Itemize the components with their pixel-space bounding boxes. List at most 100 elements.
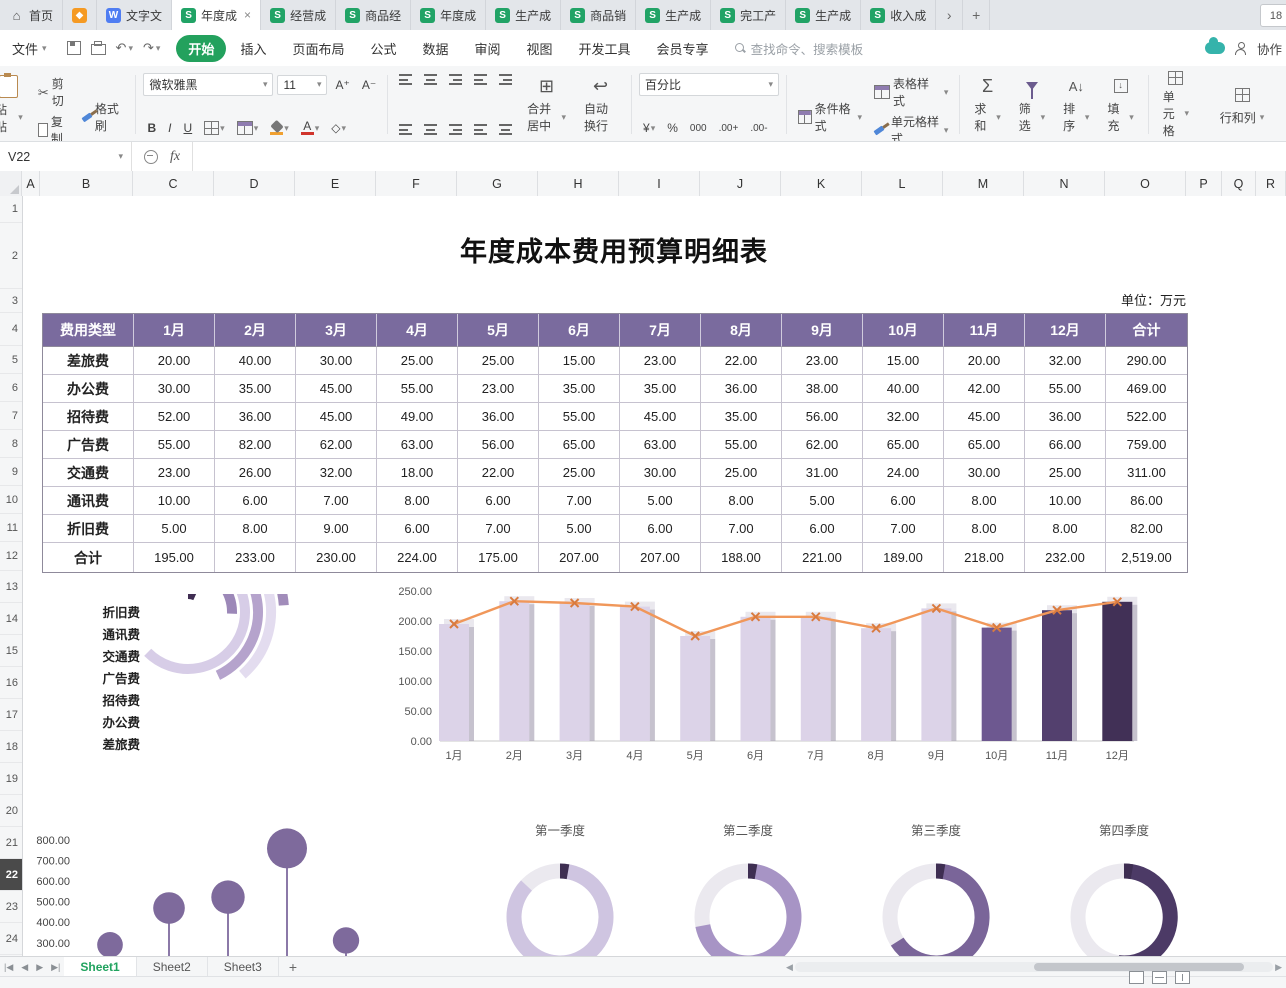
row-header-3[interactable]: 3 (0, 289, 22, 313)
conditional-format-button[interactable]: 条件格式▾ (794, 98, 866, 136)
row-header-8[interactable]: 8 (0, 430, 22, 458)
print-button[interactable] (91, 41, 106, 55)
doc-tab-文字文[interactable]: W文字文 (97, 0, 172, 30)
scrollbar-track[interactable] (795, 962, 1273, 972)
fill-color-button[interactable]: ▾ (266, 121, 293, 136)
scroll-right-icon[interactable]: ▶ (1275, 962, 1282, 973)
normal-view-icon[interactable] (1129, 971, 1144, 984)
sheet-tab-Sheet3[interactable]: Sheet3 (208, 957, 279, 977)
scroll-left-icon[interactable]: ◀ (786, 962, 793, 973)
save-button[interactable] (67, 41, 81, 55)
menu-tab-开发工具[interactable]: 开发工具 (567, 35, 643, 62)
column-header-N[interactable]: N (1024, 171, 1105, 196)
row-header-9[interactable]: 9 (0, 458, 22, 486)
page-break-view-icon[interactable] (1175, 971, 1190, 984)
column-header-A[interactable]: A (22, 171, 40, 196)
row-header-5[interactable]: 5 (0, 346, 22, 374)
column-header-D[interactable]: D (214, 171, 295, 196)
sheet-tab-Sheet2[interactable]: Sheet2 (137, 957, 208, 977)
doc-tab-年度成[interactable]: S年度成 (411, 0, 486, 30)
prev-sheet-button[interactable]: ◀ (17, 962, 32, 973)
decrease-indent-button[interactable] (470, 73, 491, 86)
command-search[interactable]: 查找命令、搜索模板 (735, 39, 864, 58)
menu-tab-公式[interactable]: 公式 (358, 35, 408, 62)
row-header-16[interactable]: 16 (0, 667, 22, 699)
doc-tab-首页[interactable]: ⌂首页 (0, 0, 63, 30)
insert-function-button[interactable]: fx (170, 149, 180, 165)
table-style-button[interactable]: 表格样式▾ (870, 73, 952, 111)
doc-tab-收入成[interactable]: S收入成 (861, 0, 936, 30)
radial-expense-chart[interactable] (140, 594, 390, 784)
row-header-12[interactable]: 12 (0, 542, 22, 571)
increase-font-button[interactable]: A⁺ (331, 77, 353, 93)
row-header-24[interactable]: 24 (0, 923, 22, 955)
undo-button[interactable]: ↶▾ (116, 40, 133, 56)
first-sheet-button[interactable]: |◀ (0, 962, 17, 973)
comma-format-button[interactable]: 000 (686, 122, 711, 135)
column-header-L[interactable]: L (862, 171, 943, 196)
wrap-text-button[interactable]: ↩ 自动换行 (577, 71, 624, 138)
column-header-E[interactable]: E (295, 171, 376, 196)
decrease-font-button[interactable]: A⁻ (358, 77, 380, 93)
scrollbar-thumb[interactable] (1034, 963, 1244, 971)
column-header-M[interactable]: M (943, 171, 1024, 196)
align-middle-button[interactable] (420, 73, 441, 86)
monthly-combo-chart[interactable]: 250.00200.00150.00100.0050.000.001月2月3月4… (382, 579, 1140, 775)
column-header-P[interactable]: P (1186, 171, 1222, 196)
align-bottom-button[interactable] (445, 73, 466, 86)
increase-indent-button[interactable] (495, 73, 516, 86)
redo-button[interactable]: ↷▾ (143, 40, 160, 56)
cloud-sync-icon[interactable] (1205, 42, 1225, 54)
font-color-button[interactable]: A▾ (297, 120, 324, 136)
menu-tab-会员专享[interactable]: 会员专享 (645, 35, 721, 62)
percent-format-button[interactable]: % (663, 120, 682, 136)
align-center-button[interactable] (420, 123, 441, 136)
file-menu-button[interactable]: 文件 ▾ (0, 39, 57, 58)
column-header-O[interactable]: O (1105, 171, 1186, 196)
select-all-corner[interactable] (0, 171, 22, 196)
column-header-B[interactable]: B (40, 171, 133, 196)
cell-style-button[interactable]: 单元格样式▾ (870, 111, 952, 142)
menu-tab-插入[interactable]: 插入 (228, 35, 278, 62)
doc-tab-生产成[interactable]: S生产成 (486, 0, 561, 30)
add-sheet-button[interactable]: + (279, 959, 307, 975)
cell-name-box[interactable]: V22 ▾ (0, 142, 132, 171)
column-header-G[interactable]: G (457, 171, 538, 196)
column-header-F[interactable]: F (376, 171, 457, 196)
column-header-I[interactable]: I (619, 171, 700, 196)
menu-tab-数据[interactable]: 数据 (410, 35, 460, 62)
justify-button[interactable] (470, 123, 491, 136)
italic-button[interactable]: I (164, 120, 175, 136)
next-sheet-button[interactable]: ▶ (32, 962, 47, 973)
horizontal-scrollbar[interactable]: ◀ ▶ (786, 962, 1286, 973)
doc-tab-经营成[interactable]: S经营成 (261, 0, 336, 30)
bold-button[interactable]: B (143, 120, 160, 136)
doc-tab-年度成[interactable]: S年度成× (172, 0, 261, 30)
row-header-13[interactable]: 13 (0, 571, 22, 603)
sum-button[interactable]: Σ 求和▾ (967, 71, 1007, 138)
column-header-H[interactable]: H (538, 171, 619, 196)
cells-button[interactable]: 单元格▾ (1156, 71, 1196, 138)
page-layout-view-icon[interactable] (1152, 971, 1167, 984)
row-header-10[interactable]: 10 (0, 486, 22, 514)
close-tab-icon[interactable]: × (244, 8, 251, 22)
rows-cols-button[interactable]: 行和列▾ (1200, 71, 1284, 138)
merge-center-button[interactable]: ⊞ 合并居中▾ (520, 71, 573, 138)
last-sheet-button[interactable]: ▶| (47, 962, 64, 973)
row-header-15[interactable]: 15 (0, 635, 22, 667)
doc-tab-promo[interactable]: ◆ (63, 0, 97, 30)
font-name-select[interactable]: 微软雅黑▾ (143, 73, 273, 96)
align-top-button[interactable] (395, 73, 416, 86)
column-header-Q[interactable]: Q (1222, 171, 1256, 196)
sort-button[interactable]: A↓ 排序▾ (1056, 71, 1096, 138)
column-header-K[interactable]: K (781, 171, 862, 196)
sheet-tab-Sheet1[interactable]: Sheet1 (64, 957, 136, 977)
collaborate-button[interactable]: 协作 (1257, 39, 1282, 58)
shading-button[interactable]: ▾ (233, 120, 263, 136)
number-format-select[interactable]: 百分比▾ (639, 73, 779, 96)
row-header-23[interactable]: 23 (0, 891, 22, 923)
row-header-7[interactable]: 7 (0, 402, 22, 430)
row-header-22[interactable]: 22 (0, 859, 22, 891)
menu-tab-页面布局[interactable]: 页面布局 (280, 35, 356, 62)
column-header-R[interactable]: R (1256, 171, 1286, 196)
